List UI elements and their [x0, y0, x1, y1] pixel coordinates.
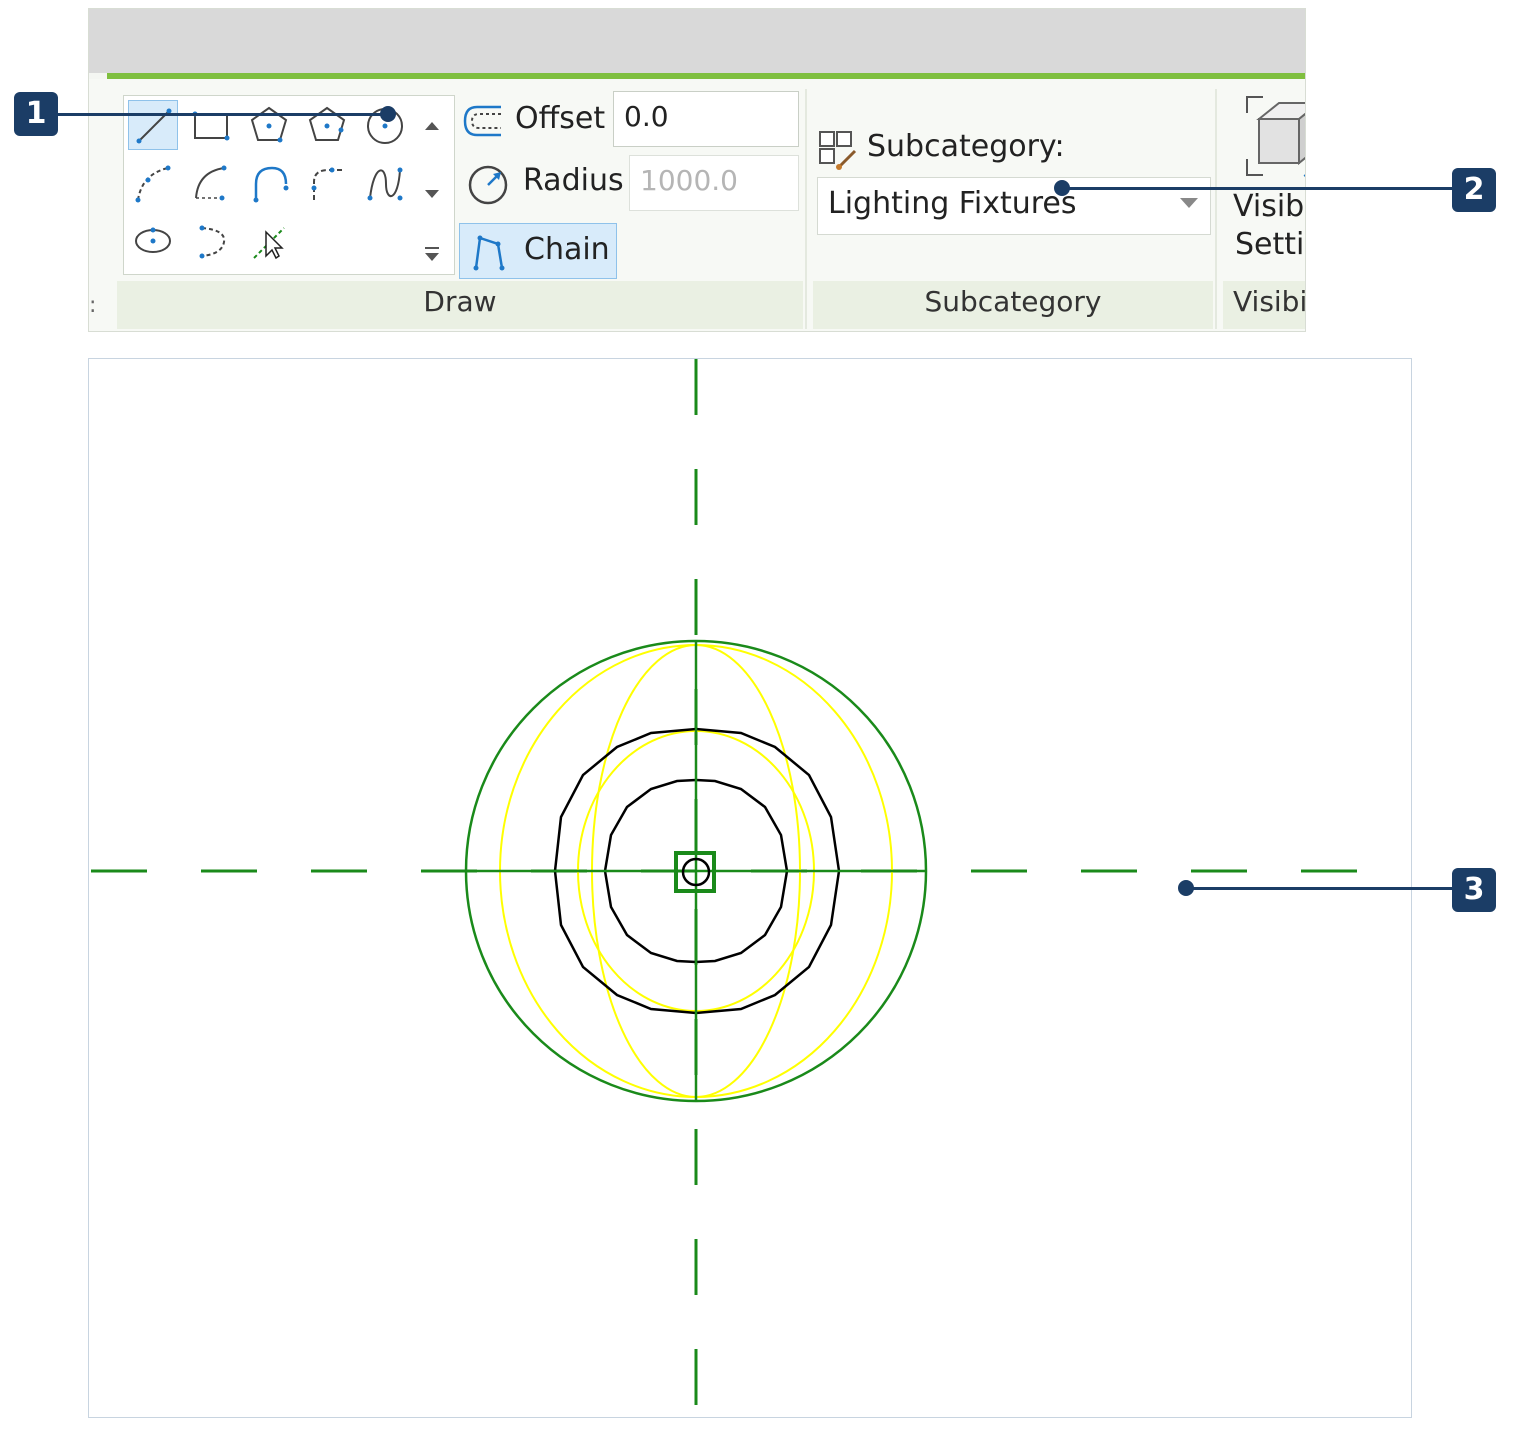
- expand-gallery-icon: [425, 247, 439, 261]
- start-end-radius-arc-icon: [135, 165, 171, 203]
- center-ends-arc-tool-button[interactable]: [186, 158, 236, 208]
- gallery-scroll-up[interactable]: [419, 113, 445, 139]
- spline-tool-button[interactable]: [360, 158, 410, 208]
- callout-dot-2: [1054, 180, 1070, 196]
- visibility-button-label-line2: Settir: [1235, 227, 1305, 262]
- subcategory-panel-label: Subcategory: [924, 285, 1102, 318]
- pick-lines-icon: [253, 227, 285, 260]
- offset-label: Offset: [515, 101, 606, 136]
- chain-icon: [473, 235, 505, 271]
- triangle-down-icon: [425, 190, 439, 198]
- tangent-end-arc-tool-button[interactable]: [244, 158, 294, 208]
- callout-leader-2: [1062, 187, 1452, 190]
- callout-dot-1: [380, 106, 396, 122]
- visibility-button-label-line1: Visibi: [1233, 189, 1306, 224]
- callout-badge-2: 2: [1452, 168, 1496, 212]
- panel-separator: [1215, 89, 1217, 329]
- callout-leader-1: [58, 113, 388, 116]
- ribbon: : Offset 0.0 Radius 1000.0 Chain Draw Su…: [88, 8, 1306, 332]
- draw-panel-label: Draw: [423, 285, 497, 318]
- callout-dot-3: [1178, 880, 1194, 896]
- subcategory-dropdown[interactable]: Lighting Fixtures: [817, 177, 1211, 235]
- start-end-radius-arc-tool-button[interactable]: [128, 158, 178, 208]
- ellipse-tool-button[interactable]: [128, 216, 178, 266]
- offset-input[interactable]: 0.0: [613, 91, 799, 147]
- partial-ellipse-icon: [199, 225, 226, 259]
- offset-icon: [463, 105, 501, 137]
- radius-input[interactable]: 1000.0: [629, 155, 799, 211]
- chevron-down-icon: [1180, 198, 1198, 208]
- gallery-expand[interactable]: [419, 241, 445, 267]
- circumscribed-polygon-tool-button[interactable]: [302, 100, 352, 150]
- panel-separator: [805, 89, 807, 329]
- circumscribed-polygon-icon: [308, 106, 346, 141]
- triangle-up-icon: [425, 122, 439, 130]
- rectangle-icon: [192, 111, 230, 141]
- ribbon-tab-bar: [89, 9, 1305, 73]
- radius-icon: [468, 165, 508, 205]
- inscribed-polygon-tool-button[interactable]: [244, 100, 294, 150]
- gallery-scroll-down[interactable]: [419, 181, 445, 207]
- rectangle-tool-button[interactable]: [186, 100, 236, 150]
- fillet-arc-tool-button[interactable]: [302, 158, 352, 208]
- fillet-arc-icon: [311, 167, 344, 200]
- callout-badge-1: 1: [14, 92, 58, 136]
- partial-ellipse-tool-button[interactable]: [186, 216, 236, 266]
- center-ends-arc-icon: [195, 165, 227, 201]
- chain-toggle-button[interactable]: Chain: [459, 223, 617, 279]
- line-tool-button[interactable]: [128, 100, 178, 150]
- spline-icon: [367, 167, 403, 201]
- line-icon: [136, 108, 172, 144]
- callout-badge-3: 3: [1452, 868, 1496, 912]
- ellipse-icon: [135, 227, 171, 253]
- visibility-settings-button[interactable]: Visibi Settir: [1229, 89, 1306, 279]
- chain-label: Chain: [524, 232, 610, 267]
- subcategory-label: Subcategory:: [867, 129, 1065, 164]
- inscribed-polygon-icon: [250, 106, 288, 143]
- subcategory-selected-value: Lighting Fixtures: [828, 186, 1077, 221]
- callout-leader-3: [1186, 887, 1452, 890]
- tangent-end-arc-icon: [253, 166, 289, 203]
- radius-label: Radius: [523, 163, 624, 198]
- visibility-panel-label: Visibi: [1233, 285, 1306, 318]
- subcategory-icon: [819, 131, 857, 170]
- pick-lines-tool-button[interactable]: [244, 216, 294, 266]
- previous-panel-edge: :: [89, 293, 97, 318]
- visibility-settings-icon: [1246, 96, 1305, 177]
- draw-tools-gallery: [123, 95, 455, 275]
